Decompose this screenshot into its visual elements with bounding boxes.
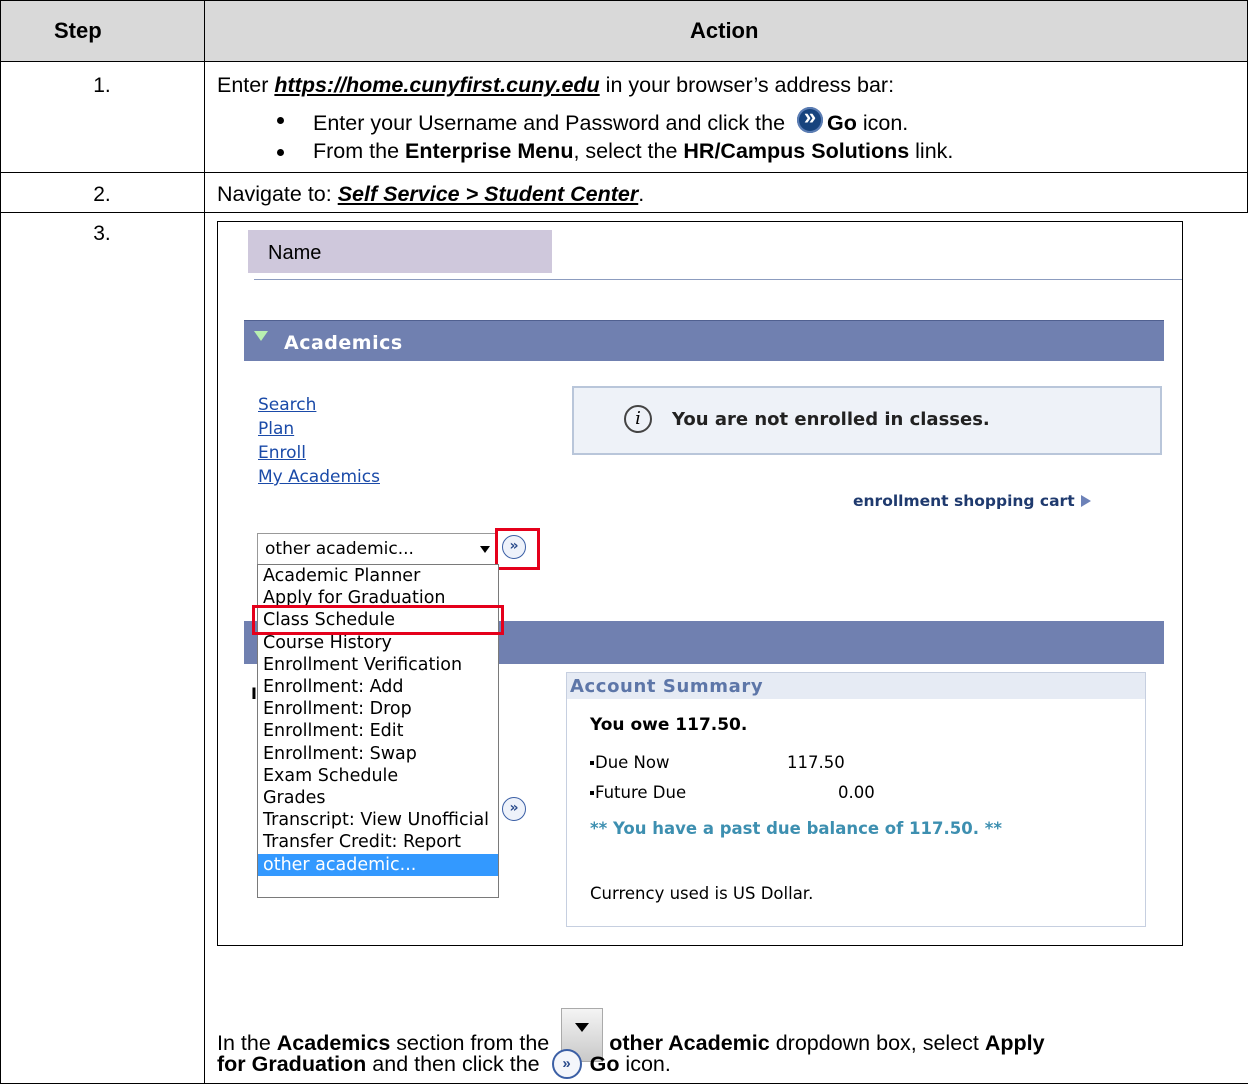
- enterprise-menu-label: Enterprise Menu: [405, 139, 574, 163]
- hr-campus-link-label: HR/Campus Solutions: [683, 139, 910, 163]
- academics-title: Academics: [284, 332, 403, 354]
- my-academics-link[interactable]: My Academics: [258, 465, 380, 489]
- past-due-notice: ** You have a past due balance of 117.50…: [590, 819, 1003, 838]
- step-number: 1.: [93, 74, 111, 97]
- search-link[interactable]: Search: [258, 393, 380, 417]
- chevron-down-icon[interactable]: [480, 546, 490, 553]
- finance-go-button[interactable]: »: [502, 797, 526, 821]
- dropdown-option[interactable]: Enrollment: Swap: [258, 743, 498, 765]
- amount-owed: You owe 117.50.: [590, 715, 748, 735]
- info-icon: i: [624, 405, 652, 433]
- table-header: Step Action: [0, 0, 1248, 61]
- enroll-link[interactable]: Enroll: [258, 441, 380, 465]
- student-center-screenshot: Name Academics Search Plan Enroll My Aca…: [217, 221, 1183, 946]
- bullet-enterprise: From the Enterprise Menu, select the HR/…: [276, 139, 954, 164]
- dropdown-option[interactable]: Grades: [258, 787, 498, 809]
- text: icon.: [856, 111, 909, 135]
- step-1-instruction: Enter https://home.cunyfirst.cuny.edu in…: [217, 73, 894, 98]
- step-2-instruction: Navigate to: Self Service > Student Cent…: [217, 182, 644, 207]
- step-number: 3.: [93, 222, 111, 245]
- academics-section-header[interactable]: Academics: [244, 320, 1164, 361]
- action-header: Action: [690, 18, 759, 43]
- go-icon: [797, 104, 824, 133]
- text: in your browser’s address bar:: [599, 73, 895, 97]
- step-3-instruction-line2: for Graduation and then click the » Go ic…: [217, 1049, 671, 1079]
- text: Navigate to:: [217, 182, 338, 206]
- divider: [254, 279, 1182, 280]
- info-message: You are not enrolled in classes.: [672, 409, 990, 430]
- cunyfirst-url[interactable]: https://home.cunyfirst.cuny.edu: [274, 73, 599, 97]
- step-number: 2.: [93, 183, 111, 206]
- account-summary-header: Account Summary: [567, 673, 1145, 699]
- name-box: Name: [248, 230, 552, 273]
- text: .: [638, 182, 645, 206]
- text: and then click the: [366, 1052, 546, 1076]
- go-icon: »: [551, 1049, 582, 1079]
- account-summary: Account Summary You owe 117.50. Due Now …: [566, 672, 1146, 927]
- go-label: Go: [827, 111, 857, 135]
- dropdown-option[interactable]: Transfer Credit: Report: [258, 831, 498, 853]
- instruction-table: Step Action 1. Enter https://home.cunyfi…: [0, 0, 1248, 1084]
- dropdown-option[interactable]: Enrollment Verification: [258, 654, 498, 676]
- dropdown-option[interactable]: Enrollment: Add: [258, 676, 498, 698]
- go-button-highlight: [495, 528, 540, 570]
- text: Enter your Username and Password and cli…: [313, 111, 792, 135]
- enrollment-info-box: i You are not enrolled in classes.: [572, 386, 1162, 455]
- navigation-path: Self Service > Student Center: [337, 182, 639, 206]
- due-now-label: Due Now: [590, 753, 670, 772]
- name-label: Name: [268, 242, 322, 264]
- apply-graduation-highlight: [252, 605, 504, 635]
- go-label: Go: [589, 1052, 620, 1076]
- for-graduation-label: for Graduation: [217, 1052, 367, 1076]
- currency-note: Currency used is US Dollar.: [590, 884, 814, 903]
- text: Enter: [217, 73, 275, 97]
- text: dropdown box, select: [769, 1031, 985, 1055]
- dropdown-option[interactable]: Exam Schedule: [258, 765, 498, 787]
- expand-triangle-icon[interactable]: [254, 331, 268, 341]
- plan-link[interactable]: Plan: [258, 417, 380, 441]
- shopping-cart-link[interactable]: enrollment shopping cart: [853, 492, 1091, 510]
- dropdown-option[interactable]: Transcript: View Unofficial: [258, 809, 498, 831]
- dropdown-option-selected[interactable]: other academic...: [258, 853, 498, 876]
- account-summary-title: Account Summary: [570, 676, 764, 697]
- text: icon.: [619, 1052, 671, 1076]
- due-now-value: 117.50: [787, 753, 845, 772]
- academics-links: Search Plan Enroll My Academics: [258, 393, 380, 489]
- select-value: other academic...: [265, 539, 414, 559]
- future-due-value: 0.00: [838, 783, 875, 802]
- text: , select the: [573, 139, 684, 163]
- step-header: Step: [54, 18, 102, 43]
- text: link.: [909, 139, 954, 163]
- text: From the: [313, 139, 405, 163]
- dropdown-option[interactable]: Academic Planner: [258, 565, 498, 587]
- apply-label: Apply: [984, 1031, 1045, 1055]
- future-due-label: Future Due: [589, 783, 687, 802]
- other-academic-select[interactable]: other academic...: [257, 533, 497, 565]
- dropdown-option[interactable]: Enrollment: Drop: [258, 698, 498, 720]
- dropdown-option[interactable]: Enrollment: Edit: [258, 720, 498, 742]
- bullet-login: Enter your Username and Password and cli…: [276, 104, 909, 136]
